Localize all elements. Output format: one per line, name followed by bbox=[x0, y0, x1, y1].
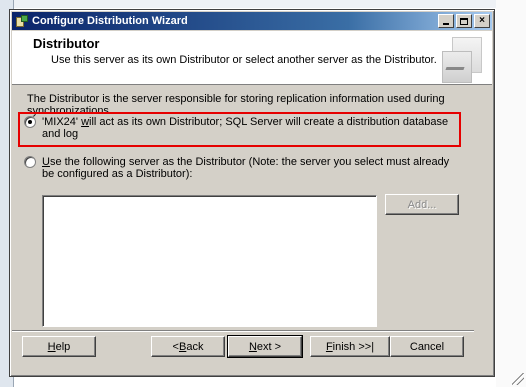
option-own-distributor-label[interactable]: 'MIX24' will act as its own Distributor;… bbox=[42, 116, 460, 140]
minimize-button[interactable] bbox=[438, 14, 454, 28]
page-title: Distributor bbox=[33, 36, 100, 51]
maximize-button[interactable] bbox=[456, 14, 472, 28]
window-title: Configure Distribution Wizard bbox=[32, 15, 188, 27]
server-graphic-icon bbox=[438, 35, 484, 83]
back-button[interactable]: < Back bbox=[151, 336, 225, 357]
close-button[interactable]: × bbox=[474, 14, 490, 28]
title-bar[interactable]: Configure Distribution Wizard × bbox=[12, 12, 492, 30]
option-other-server-label[interactable]: Use the following server as the Distribu… bbox=[42, 156, 462, 180]
page-subtitle: Use this server as its own Distributor o… bbox=[51, 54, 437, 66]
background-desktop-top bbox=[0, 0, 526, 8]
cancel-button[interactable]: Cancel bbox=[390, 336, 464, 357]
close-icon: × bbox=[479, 15, 485, 26]
radio-other-server[interactable] bbox=[24, 156, 36, 168]
maximize-icon bbox=[460, 17, 468, 25]
wizard-app-icon bbox=[15, 14, 29, 28]
finish-button[interactable]: Finish >>| bbox=[310, 336, 390, 357]
resize-grip-icon[interactable] bbox=[512, 373, 524, 385]
distributor-server-list[interactable] bbox=[42, 195, 377, 327]
radio-own-distributor[interactable] bbox=[24, 116, 36, 128]
next-button[interactable]: Next > bbox=[227, 335, 303, 358]
wizard-header: Distributor Use this server as its own D… bbox=[12, 31, 492, 85]
minimize-icon bbox=[443, 23, 449, 25]
background-desktop-right bbox=[496, 0, 526, 387]
add-button[interactable]: Add... bbox=[385, 194, 459, 215]
footer-separator bbox=[12, 330, 474, 332]
help-button[interactable]: Help bbox=[22, 336, 96, 357]
